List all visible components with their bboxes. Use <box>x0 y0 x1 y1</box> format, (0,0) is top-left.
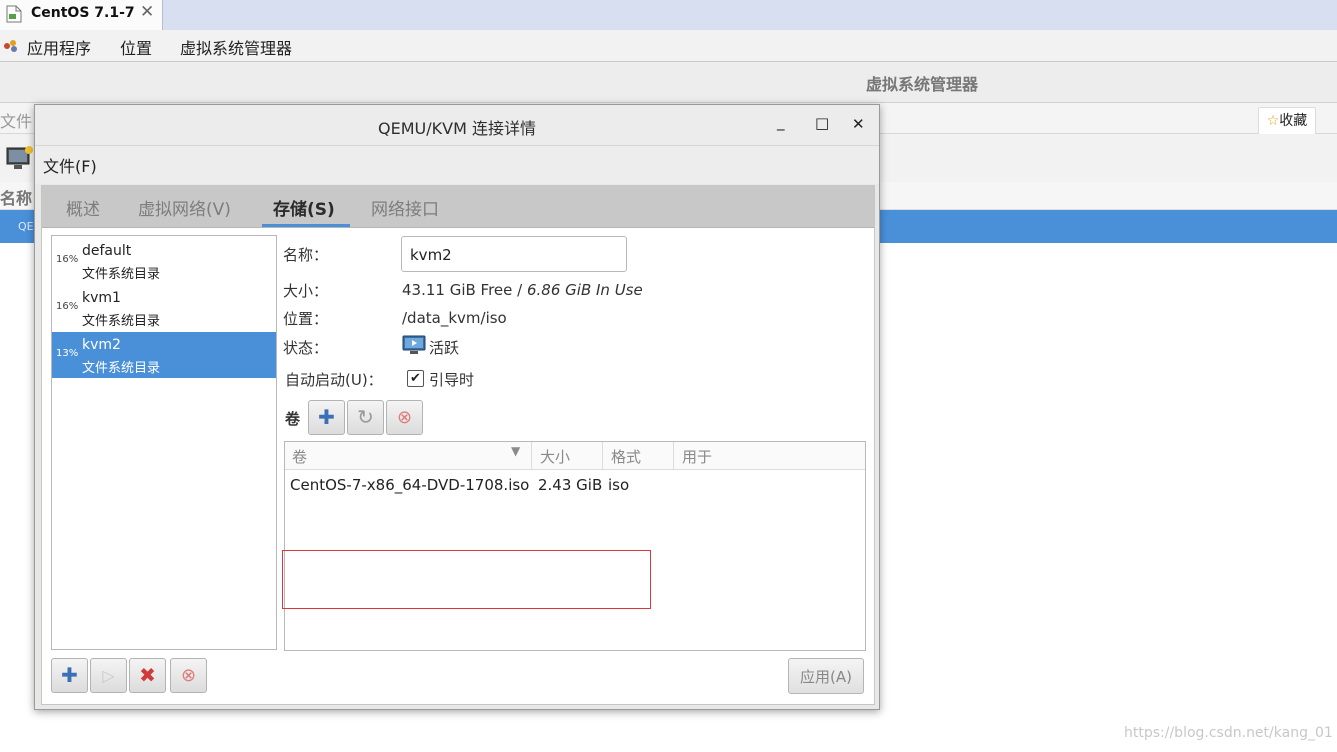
star-icon: ☆ <box>1266 113 1280 129</box>
cancel-icon: ⊗ <box>180 665 197 686</box>
table-row[interactable]: CentOS-7-x86_64-DVD-1708.iso 2.43 GiB is… <box>285 470 865 500</box>
tab-storage[interactable]: 存储(S) <box>273 195 335 220</box>
size-label: 大小： <box>283 282 329 300</box>
tab-overview[interactable]: 概述 <box>66 195 100 220</box>
column-size[interactable]: 大小 <box>540 446 570 467</box>
dialog-menu-file[interactable]: 文件(F) <box>43 153 97 177</box>
column-separator <box>673 442 674 469</box>
location-label: 位置： <box>283 310 329 328</box>
delete-volume-button[interactable]: ⊗ <box>386 400 423 435</box>
autostart-label: 自动启动(U)： <box>285 371 383 389</box>
refresh-volumes-button[interactable]: ↻ <box>347 400 384 435</box>
browser-tab[interactable]: CentOS 7.1-7 ✕ <box>0 0 163 30</box>
size-value: 43.11 GiB Free / 6.86 GiB In Use <box>402 281 643 299</box>
dialog-content: 概述 虚拟网络(V) 存储(S) 网络接口 16% default 文件系统目录… <box>41 185 875 705</box>
sort-chevron-down-icon[interactable]: ▼ <box>511 444 520 458</box>
dialog-tab-strip: 概述 虚拟网络(V) 存储(S) 网络接口 <box>42 186 874 228</box>
connection-details-dialog: QEMU/KVM 连接详情 _ □ ✕ 文件(F) 概述 虚拟网络(V) 存储(… <box>34 104 880 710</box>
state-label: 状态： <box>283 339 329 357</box>
stop-pool-button[interactable]: ✖ <box>129 658 166 693</box>
volume-table: 卷 ▼ 大小 格式 用于 CentOS-7-x86_64-DVD-1708.is… <box>284 441 866 651</box>
background-row-text: QE <box>18 220 34 233</box>
tab-virtual-networks[interactable]: 虚拟网络(V) <box>138 195 231 220</box>
plus-icon: ✚ <box>61 663 78 687</box>
dialog-titlebar[interactable]: QEMU/KVM 连接详情 _ □ ✕ <box>35 105 879 146</box>
column-used-by[interactable]: 用于 <box>682 446 712 467</box>
volume-name-cell: CentOS-7-x86_64-DVD-1708.iso <box>290 476 530 494</box>
play-icon: ▷ <box>102 666 115 685</box>
dialog-title: QEMU/KVM 连接详情 <box>378 119 536 138</box>
background-window-titlebar <box>0 62 1337 103</box>
dialog-menubar: 文件(F) <box>35 146 879 184</box>
size-used: 6.86 GiB In Use <box>526 281 643 299</box>
pool-item-kvm1[interactable]: 16% kvm1 文件系统目录 <box>52 285 276 331</box>
top-panel: 应用程序 位置 虚拟系统管理器 <box>0 30 1337 62</box>
pool-type: 文件系统目录 <box>82 267 161 282</box>
add-pool-button[interactable]: ✚ <box>51 658 88 693</box>
pool-usage-percent: 16% <box>56 301 79 312</box>
annotation-highlight-box <box>282 550 651 609</box>
state-value: 活跃 <box>429 339 460 357</box>
pool-name: kvm2 <box>82 337 121 353</box>
apply-button[interactable]: 应用(A) <box>788 658 864 694</box>
storage-pool-list[interactable]: 16% default 文件系统目录 16% kvm1 文件系统目录 13% k… <box>51 235 277 650</box>
monitor-running-icon <box>402 335 426 354</box>
panel-places-menu[interactable]: 位置 <box>120 35 152 59</box>
column-format[interactable]: 格式 <box>611 446 641 467</box>
start-pool-button[interactable]: ▷ <box>90 658 127 693</box>
background-column-name: 名称 <box>0 189 33 208</box>
refresh-icon: ↻ <box>357 405 374 429</box>
active-tab-indicator <box>262 224 350 227</box>
new-vm-icon[interactable] <box>6 145 36 171</box>
cancel-icon: ⊗ <box>396 407 413 428</box>
minimize-icon[interactable]: _ <box>777 113 785 131</box>
plus-icon: ✚ <box>318 405 335 429</box>
tab-network-interfaces[interactable]: 网络接口 <box>371 195 439 220</box>
stop-x-icon: ✖ <box>139 663 156 687</box>
applications-icon <box>4 40 17 52</box>
background-window-title: 虚拟系统管理器 <box>866 75 979 94</box>
file-icon <box>6 5 22 23</box>
size-separator: / <box>512 281 527 299</box>
pool-name: kvm1 <box>82 290 121 306</box>
pool-type: 文件系统目录 <box>82 361 161 376</box>
volume-size-cell: 2.43 GiB <box>538 476 603 494</box>
pool-item-default[interactable]: 16% default 文件系统目录 <box>52 238 276 284</box>
size-free: 43.11 GiB Free <box>402 281 513 299</box>
maximize-icon[interactable]: □ <box>815 114 829 132</box>
volumes-label: 卷 <box>285 410 301 428</box>
column-separator <box>602 442 603 469</box>
favorite-button[interactable]: ☆收藏 <box>1258 107 1316 135</box>
browser-tab-title: CentOS 7.1-7 <box>31 5 135 21</box>
delete-pool-button[interactable]: ⊗ <box>170 658 207 693</box>
autostart-value: 引导时 <box>429 371 475 389</box>
pool-item-kvm2[interactable]: 13% kvm2 文件系统目录 <box>52 332 276 378</box>
pool-type: 文件系统目录 <box>82 314 161 329</box>
add-volume-button[interactable]: ✚ <box>308 400 345 435</box>
volume-format-cell: iso <box>608 476 630 494</box>
panel-virt-manager-item[interactable]: 虚拟系统管理器 <box>180 35 292 59</box>
browser-tab-bar <box>0 0 1337 30</box>
column-volume[interactable]: 卷 <box>292 446 307 467</box>
location-value: /data_kvm/iso <box>402 309 507 327</box>
pool-name-field[interactable]: kvm2 <box>401 236 627 272</box>
name-label: 名称： <box>283 246 329 264</box>
pool-usage-percent: 16% <box>56 254 79 265</box>
pool-usage-percent: 13% <box>56 348 79 359</box>
close-icon[interactable]: ✕ <box>852 115 865 133</box>
pool-name: default <box>82 243 132 259</box>
watermark: https://blog.csdn.net/kang_01 <box>1124 725 1333 741</box>
favorite-label: 收藏 <box>1279 113 1308 129</box>
column-separator <box>531 442 532 469</box>
panel-applications-menu[interactable]: 应用程序 <box>27 35 91 59</box>
close-tab-icon[interactable]: ✕ <box>140 2 154 22</box>
autostart-checkbox[interactable]: ✔ <box>407 370 424 387</box>
background-menu-file[interactable]: 文件 <box>0 108 32 132</box>
volume-table-header: 卷 ▼ 大小 格式 用于 <box>285 442 865 470</box>
